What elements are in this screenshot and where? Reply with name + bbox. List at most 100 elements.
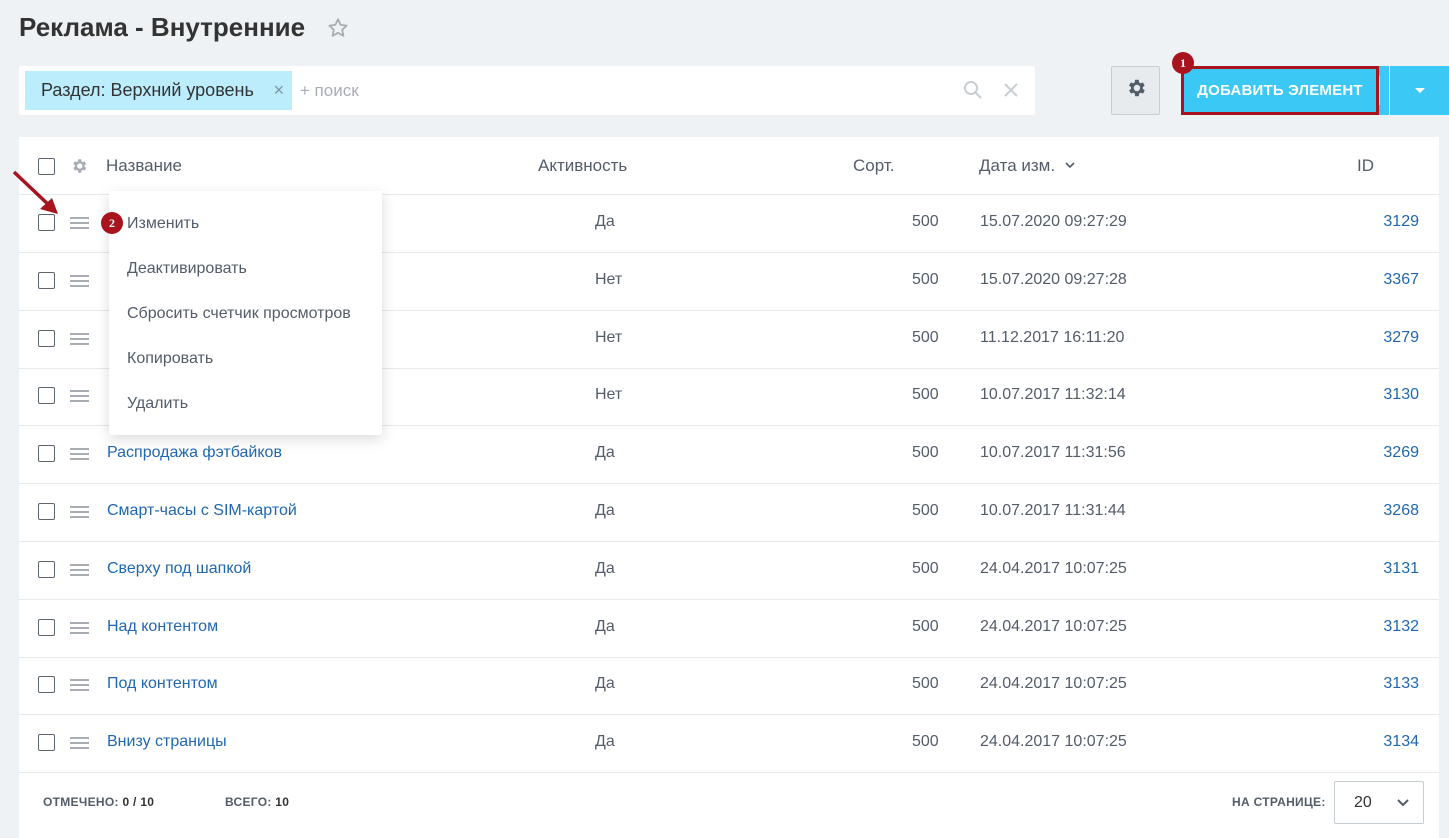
chevron-down-icon	[1414, 88, 1425, 93]
row-checkbox[interactable]	[38, 503, 55, 520]
row-date: 10.07.2017 11:31:56	[980, 444, 1126, 462]
row-id[interactable]: 3129	[1383, 213, 1419, 231]
total-label: ВСЕГО:	[225, 795, 272, 809]
add-dropdown-button[interactable]	[1379, 66, 1449, 115]
star-icon[interactable]	[327, 17, 349, 39]
row-id[interactable]: 3268	[1383, 502, 1419, 520]
row-date: 24.04.2017 10:07:25	[980, 675, 1127, 693]
row-name[interactable]: Распродажа фэтбайков	[107, 444, 282, 462]
row-id[interactable]: 3130	[1383, 386, 1419, 404]
total-counter: ВСЕГО: 10	[225, 795, 289, 809]
row-id[interactable]: 3131	[1383, 560, 1419, 578]
row-sort: 500	[912, 213, 939, 230]
row-date: 10.07.2017 11:31:44	[980, 502, 1126, 519]
menu-icon[interactable]	[70, 563, 89, 576]
header-sort[interactable]: Сорт.	[853, 156, 894, 176]
table-row[interactable]: Смарт-часы с SIM-картой Да 500 10.07.201…	[19, 484, 1439, 542]
sort-down-icon	[1065, 162, 1075, 169]
row-name[interactable]: Внизу страницы	[107, 733, 227, 751]
row-name[interactable]: Над контентом	[107, 618, 218, 636]
filter-chip-label: Раздел: Верхний уровень	[41, 80, 254, 100]
row-sort: 500	[912, 270, 939, 288]
filter-bar: Раздел: Верхний уровень ×	[19, 66, 1035, 115]
row-checkbox[interactable]	[38, 734, 55, 752]
row-id[interactable]: 3367	[1383, 271, 1419, 289]
header-active[interactable]: Активность	[538, 156, 627, 176]
column-settings-icon[interactable]	[70, 157, 88, 175]
header-date[interactable]: Дата изм.	[979, 156, 1076, 176]
settings-button[interactable]	[1111, 66, 1160, 115]
row-active: Нет	[595, 386, 623, 404]
row-checkbox[interactable]	[38, 618, 55, 636]
search-input[interactable]	[299, 80, 940, 101]
table-row[interactable]: Над контентом Да 500 24.04.2017 10:07:25…	[19, 600, 1439, 658]
menu-icon[interactable]	[70, 737, 89, 750]
row-sort: 500	[912, 733, 939, 751]
menu-icon[interactable]	[70, 621, 89, 634]
menu-item-deactivate[interactable]: Деактивировать	[127, 260, 247, 278]
table-row[interactable]: Под контентом Да 500 24.04.2017 10:07:25…	[19, 657, 1439, 716]
row-checkbox[interactable]	[38, 387, 55, 405]
row-active: Да	[595, 733, 615, 751]
row-sort: 500	[912, 617, 939, 635]
gear-icon	[1125, 77, 1147, 104]
menu-item-edit[interactable]: Изменить	[127, 215, 199, 233]
menu-item-delete[interactable]: Удалить	[127, 395, 188, 413]
row-date: 15.07.2020 09:27:28	[980, 270, 1127, 288]
row-date: 24.04.2017 10:07:25	[980, 617, 1127, 635]
search-icon[interactable]	[963, 80, 983, 100]
per-page-value: 20	[1354, 793, 1372, 811]
row-name[interactable]: Под контентом	[107, 675, 218, 693]
row-checkbox[interactable]	[38, 676, 55, 694]
checked-value: 0 / 10	[122, 795, 155, 809]
step-badge-1: 1	[1172, 52, 1194, 74]
row-date: 11.12.2017 16:11:20	[980, 328, 1125, 346]
total-value: 10	[275, 795, 290, 809]
row-sort: 500	[912, 675, 939, 693]
row-active: Да	[595, 444, 615, 462]
row-id[interactable]: 3134	[1383, 733, 1419, 751]
header-id[interactable]: ID	[1357, 156, 1374, 176]
chevron-down-icon	[1397, 799, 1409, 807]
table-row[interactable]: Сверху под шапкой Да 500 24.04.2017 10:0…	[19, 542, 1439, 600]
menu-icon[interactable]	[70, 506, 89, 518]
row-active: Да	[595, 617, 615, 635]
per-page-select[interactable]: 20	[1334, 781, 1424, 824]
row-checkbox[interactable]	[38, 560, 55, 578]
row-active: Да	[595, 502, 615, 519]
row-date: 24.04.2017 10:07:25	[980, 733, 1127, 751]
menu-item-reset-counter[interactable]: Сбросить счетчик просмотров	[127, 305, 351, 323]
row-active: Да	[595, 213, 615, 230]
menu-item-copy[interactable]: Копировать	[127, 350, 213, 368]
menu-icon[interactable]	[70, 679, 89, 692]
row-name[interactable]: Сверху под шапкой	[107, 560, 251, 578]
close-icon[interactable]: ×	[272, 80, 286, 101]
menu-icon[interactable]	[70, 217, 89, 229]
row-sort: 500	[912, 328, 939, 346]
add-element-button[interactable]: ДОБАВИТЬ ЭЛЕМЕНТ	[1181, 66, 1379, 115]
row-id[interactable]: 3269	[1383, 444, 1419, 462]
row-checkbox[interactable]	[38, 329, 55, 347]
header-name[interactable]: Название	[106, 156, 182, 176]
context-menu: Изменить Деактивировать Сбросить счетчик…	[101, 191, 382, 435]
menu-icon[interactable]	[70, 448, 89, 461]
row-date: 24.04.2017 10:07:25	[980, 559, 1127, 577]
add-button-group: ДОБАВИТЬ ЭЛЕМЕНТ	[1181, 66, 1449, 115]
filter-chip[interactable]: Раздел: Верхний уровень ×	[25, 71, 292, 110]
menu-icon[interactable]	[70, 332, 89, 345]
table-row[interactable]: Внизу страницы Да 500 24.04.2017 10:07:2…	[19, 715, 1439, 774]
clear-icon[interactable]	[1001, 80, 1021, 100]
checked-label: ОТМЕЧЕНО:	[43, 795, 119, 809]
menu-icon[interactable]	[70, 274, 89, 287]
row-id[interactable]: 3132	[1383, 618, 1419, 636]
row-active: Да	[595, 559, 615, 577]
menu-icon[interactable]	[70, 390, 89, 403]
row-checkbox[interactable]	[38, 445, 55, 463]
row-checkbox[interactable]	[38, 271, 55, 289]
row-name[interactable]: Смарт-часы с SIM-картой	[107, 502, 297, 520]
row-id[interactable]: 3133	[1383, 675, 1419, 693]
row-id[interactable]: 3279	[1383, 329, 1419, 347]
red-arrow-annotation	[12, 170, 58, 214]
per-page-label: НА СТРАНИЦЕ:	[1232, 795, 1326, 809]
header-date-label: Дата изм.	[979, 156, 1056, 175]
